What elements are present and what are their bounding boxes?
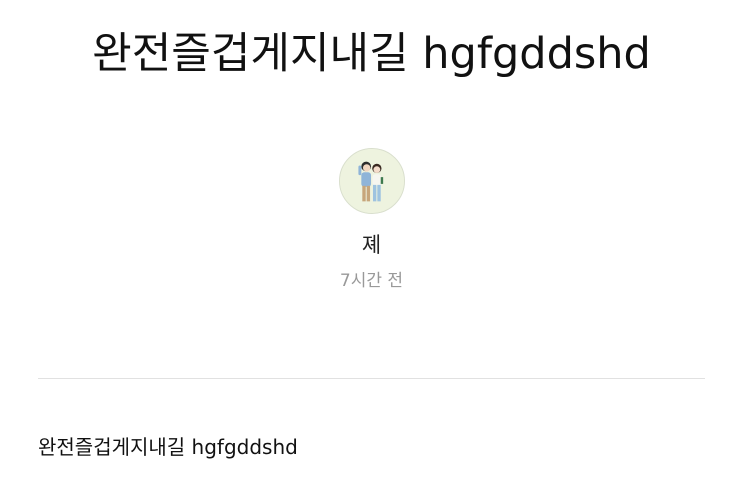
author-info: 졔 7시간 전 xyxy=(0,148,743,292)
author-name[interactable]: 졔 xyxy=(0,232,743,258)
post-header: 완전즐겁게지내길 hgfgddshd 졔 7시간 전 xyxy=(0,0,743,360)
post-body: 완전즐겁게지내길 hgfgddshd xyxy=(38,435,298,459)
post-title: 완전즐겁게지내길 hgfgddshd xyxy=(92,29,651,79)
author-avatar[interactable] xyxy=(338,148,405,214)
divider xyxy=(38,378,705,379)
post-timestamp: 7시간 전 xyxy=(339,271,404,291)
couple-illustration-icon xyxy=(339,149,404,213)
